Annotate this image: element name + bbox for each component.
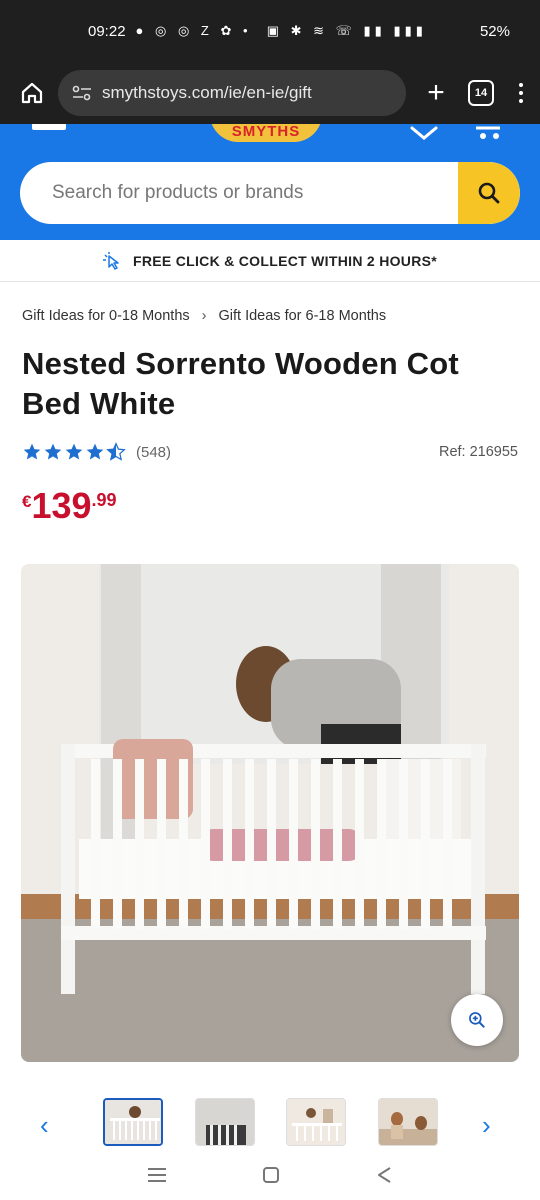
promo-text: FREE CLICK & COLLECT WITHIN 2 HOURS* [132,252,438,269]
status-bar: 09:22 ● ◎ ◎ Z ✿ • ▣ ✱ ≋ ☏ ▮▮ ▮▮▮ 52% [0,0,540,62]
back-icon[interactable] [376,1166,392,1184]
address-bar[interactable]: smythstoys.com/ie/en-ie/gift [58,70,406,116]
star-icon [44,443,62,460]
star-icon [65,443,83,460]
thumbnail[interactable] [103,1098,163,1146]
cot-photo [21,564,519,1062]
system-nav-bar [0,1150,540,1200]
search-bar [20,162,520,224]
thumbnail[interactable] [286,1098,346,1146]
status-icons: ● ◎ ◎ Z ✿ • ▣ ✱ ≋ ☏ ▮▮ ▮▮▮ [135,23,427,38]
product-ref: Ref: 216955 [438,444,518,460]
rating-row: (548) Ref: 216955 [0,424,540,462]
home-icon[interactable] [14,75,50,111]
prev-arrow-icon[interactable]: ‹ [40,1110,49,1141]
battery-level: 52% [479,22,510,40]
zoom-button[interactable] [451,994,503,1046]
thumbnail[interactable] [378,1098,438,1146]
account-chevron-icon[interactable] [410,126,438,145]
price-currency: € [22,492,32,511]
product-price: € 139 .99 [0,462,540,524]
site-header: SMYTHS [0,124,540,240]
breadcrumb-chevron-icon: › [201,308,207,324]
status-time: 09:22 [88,22,126,40]
logo-text: SMYTHS [231,124,301,140]
more-menu-icon[interactable] [516,83,526,103]
browser-toolbar: smythstoys.com/ie/en-ie/gift + 14 [0,62,540,124]
search-button[interactable] [458,162,520,224]
url-text[interactable]: smythstoys.com/ie/en-ie/gift [102,83,312,103]
site-logo[interactable]: SMYTHS [210,124,322,142]
breadcrumb-item[interactable]: Gift Ideas for 6-18 Months [218,308,386,324]
tab-switcher-button[interactable]: 14 [468,80,494,106]
click-collect-icon [102,251,123,270]
star-rating[interactable] [22,442,126,462]
breadcrumb: Gift Ideas for 0-18 Months › Gift Ideas … [0,282,540,324]
home-button-icon[interactable] [262,1167,279,1183]
product-image[interactable] [21,564,519,1062]
site-settings-icon[interactable] [72,85,92,101]
zoom-icon [469,1012,485,1028]
star-icon [23,443,41,460]
new-tab-icon[interactable]: + [418,75,454,111]
review-count[interactable]: (548) [136,444,171,461]
half-star-icon [106,442,126,461]
thumbnail[interactable] [195,1098,255,1146]
price-cents: .99 [91,490,117,510]
thumbnail-strip: ‹ › [0,1098,540,1146]
price-main: 139 [31,485,92,526]
breadcrumb-item[interactable]: Gift Ideas for 0-18 Months [22,308,190,324]
cart-icon[interactable] [474,126,504,145]
star-icon [86,443,104,460]
search-input[interactable] [20,162,458,224]
menu-icon[interactable] [32,124,66,130]
search-icon [478,182,500,204]
recent-apps-icon[interactable] [148,1168,167,1182]
next-arrow-icon[interactable]: › [482,1110,491,1141]
product-title: Nested Sorrento Wooden Cot Bed White [22,346,459,421]
promo-banner[interactable]: FREE CLICK & COLLECT WITHIN 2 HOURS* [0,240,540,282]
